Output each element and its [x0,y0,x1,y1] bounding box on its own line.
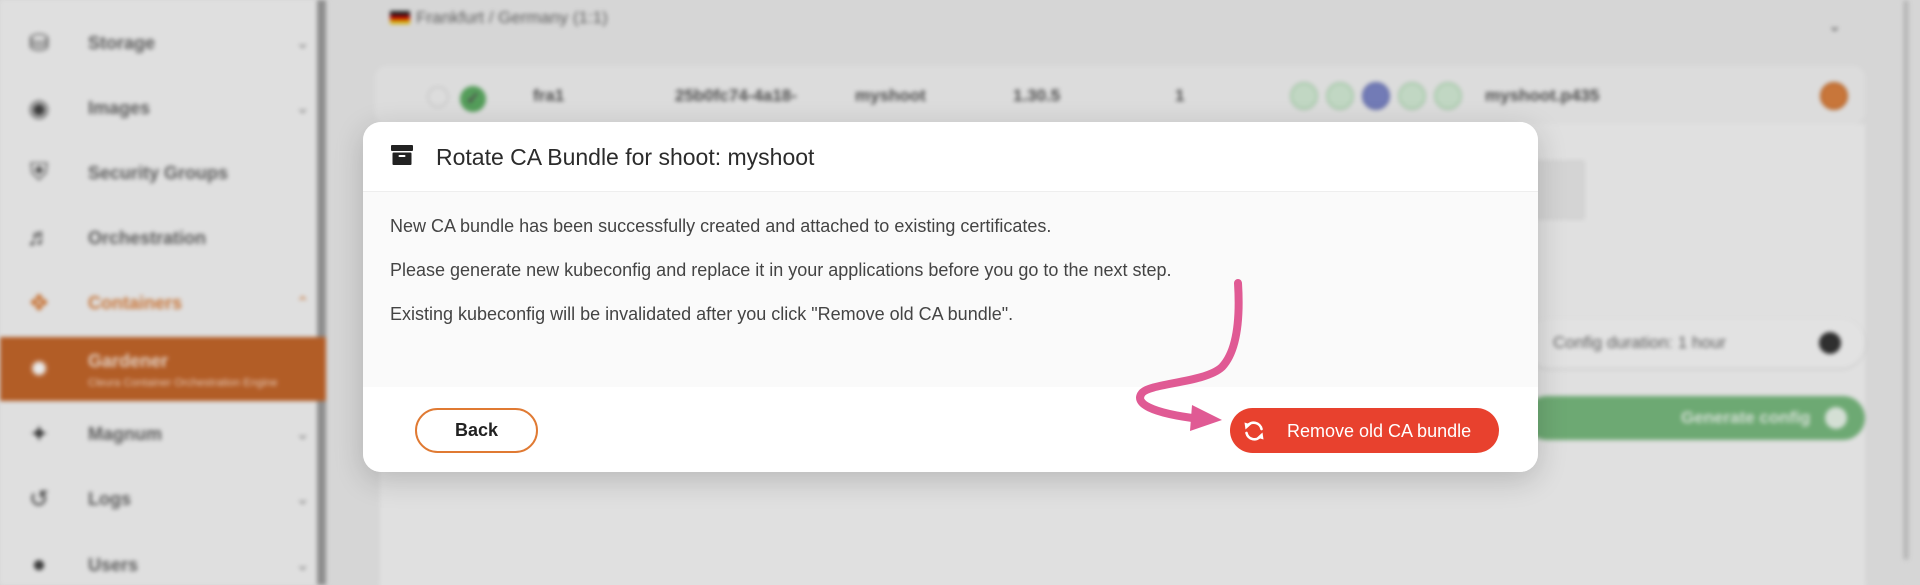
modal-message-line: New CA bundle has been successfully crea… [390,216,1052,236]
archive-box-icon [391,145,413,165]
remove-old-ca-bundle-button[interactable]: Remove old CA bundle [1230,408,1499,453]
remove-old-ca-bundle-label: Remove old CA bundle [1287,421,1472,441]
modal-message-line: Existing kubeconfig will be invalidated … [390,304,1014,324]
modal-footer: Back Remove old CA bundle [363,387,1538,472]
modal-message-line: Please generate new kubeconfig and repla… [390,260,1172,280]
modal-body: New CA bundle has been successfully crea… [363,193,1538,388]
back-button[interactable]: Back [415,408,538,453]
modal-header: Rotate CA Bundle for shoot: myshoot [363,122,1538,192]
modal-title: Rotate CA Bundle for shoot: myshoot [436,144,815,170]
rotate-ca-modal: Rotate CA Bundle for shoot: myshoot New … [363,122,1538,472]
refresh-icon [1244,421,1264,441]
